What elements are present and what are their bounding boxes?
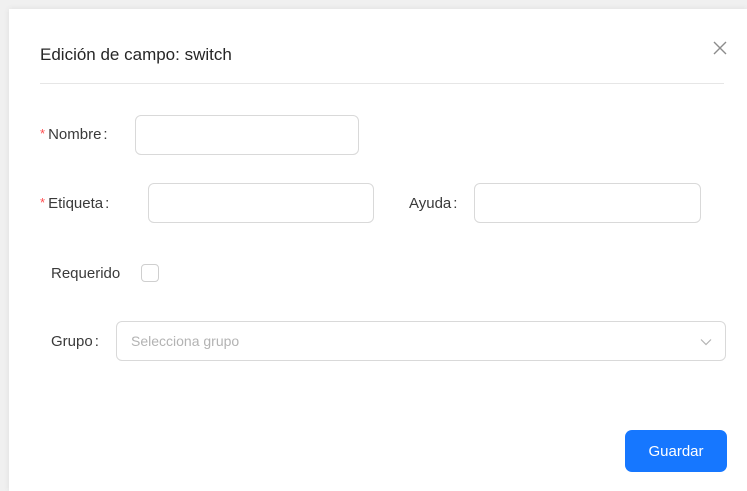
colon: : — [94, 333, 99, 350]
etiqueta-label: Etiqueta — [48, 195, 104, 212]
dialog-title: Edición de campo: switch — [40, 45, 232, 64]
close-icon[interactable] — [709, 37, 731, 59]
etiqueta-input[interactable] — [148, 183, 374, 223]
save-button[interactable]: Guardar — [625, 430, 727, 472]
nombre-input[interactable] — [135, 115, 359, 155]
colon: : — [105, 195, 110, 212]
required-mark: * — [40, 195, 46, 210]
etiqueta-label-row: * Etiqueta: — [40, 195, 109, 212]
header-divider — [40, 83, 724, 84]
grupo-label: Grupo — [51, 333, 93, 350]
nombre-label: Nombre — [48, 126, 102, 143]
colon: : — [103, 126, 108, 143]
grupo-select[interactable]: Selecciona grupo — [116, 321, 726, 361]
grupo-label-row: Grupo: — [51, 333, 99, 350]
field-edit-dialog: Edición de campo: switch * Nombre: * Etiqu… — [9, 9, 747, 491]
requerido-label: Requerido — [51, 265, 121, 282]
nombre-label-row: * Nombre: — [40, 126, 108, 143]
requerido-checkbox[interactable] — [141, 264, 159, 282]
required-mark: * — [40, 126, 46, 141]
ayuda-input[interactable] — [474, 183, 701, 223]
colon: : — [453, 195, 458, 212]
ayuda-label-row: Ayuda: — [409, 195, 457, 212]
ayuda-label: Ayuda — [409, 195, 452, 212]
grupo-select-placeholder: Selecciona grupo — [131, 333, 240, 349]
chevron-down-icon — [699, 335, 713, 349]
